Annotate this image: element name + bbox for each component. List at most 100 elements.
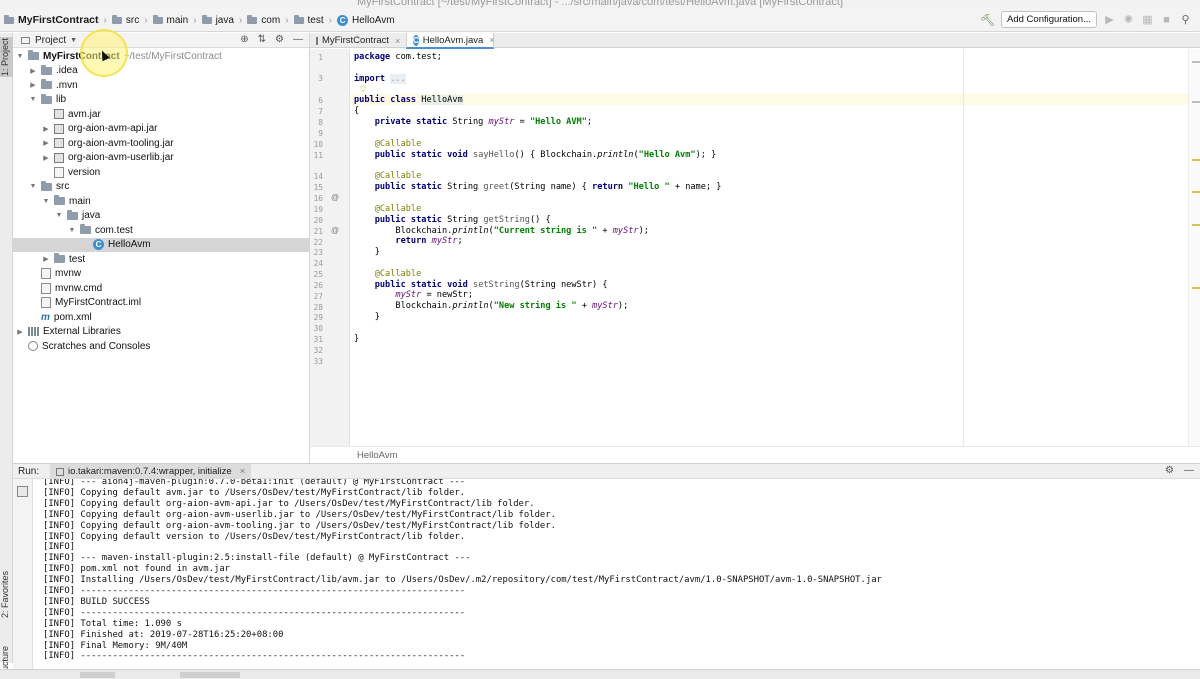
tree-node[interactable]: ▶ External Libraries	[13, 325, 309, 340]
tree-node[interactable]: ▼ lib	[13, 93, 309, 108]
breadcrumb-item[interactable]: com ›	[247, 14, 293, 26]
stripe-mark[interactable]	[1192, 224, 1200, 226]
breadcrumb-item[interactable]: java ›	[201, 14, 248, 26]
console-line: [INFO] Copying default avm.jar to /Users…	[43, 487, 466, 498]
collapse-all-icon[interactable]: ⇅	[258, 34, 266, 45]
tree-node[interactable]: mvnw.cmd	[13, 281, 309, 296]
breadcrumb-item[interactable]: main ›	[152, 14, 202, 26]
tree-node[interactable]: Scratches and Consoles	[13, 339, 309, 354]
collapse-arrow-icon[interactable]: ▶	[15, 328, 25, 336]
tree-node[interactable]: MyFirstContract.iml	[13, 296, 309, 311]
breadcrumb-item[interactable]: test ›	[293, 14, 337, 26]
tree-node[interactable]: ▼ main	[13, 194, 309, 209]
tree-node[interactable]: mvnw	[13, 267, 309, 282]
tree-node[interactable]: ▶ org-aion-avm-api.jar	[13, 122, 309, 137]
breadcrumb: MyFirstContract › src › main › java › com › test › C…	[4, 12, 395, 28]
left-tool-strip: 1: Project 2: Favorites Z: Structure	[0, 33, 13, 679]
tree-node[interactable]: ▶ org-aion-avm-tooling.jar	[13, 136, 309, 151]
jar-icon	[54, 109, 64, 120]
expand-arrow-icon[interactable]: ▼	[54, 212, 64, 219]
search-everywhere-icon[interactable]: ⚲	[1179, 13, 1192, 26]
expand-arrow-icon[interactable]: ▼	[28, 183, 38, 190]
tab-helloavm-java[interactable]: C HelloAvm.java ×	[406, 33, 495, 49]
tree-node[interactable]: ▼ com.test	[13, 223, 309, 238]
breadcrumb-item[interactable]: src ›	[111, 14, 153, 26]
stop-icon[interactable]: ■	[1160, 14, 1173, 26]
line-number: 10	[313, 140, 323, 149]
console-line: [INFO] Copying default version to /Users…	[43, 531, 466, 542]
close-icon[interactable]: ×	[240, 466, 246, 477]
tree-node[interactable]: m pom.xml	[13, 310, 309, 325]
code-editor[interactable]: 1 3 6 7 8 9 10 11 14 15 16 19 20 21 22 23 24 25 26 27 28 29 30…	[310, 49, 1200, 446]
collapse-arrow-icon[interactable]: ▶	[41, 255, 51, 263]
collapse-arrow-icon[interactable]: ▶	[28, 81, 38, 89]
run-label: Run:	[18, 466, 40, 477]
run-tab[interactable]: io.takari:maven:0.7.4:wrapper, initializ…	[50, 464, 252, 479]
tree-node[interactable]: ▼MyFirstContract~/test/MyFirstContract	[13, 49, 309, 64]
stripe-mark[interactable]	[1192, 101, 1200, 103]
locate-file-icon[interactable]: ⊕	[240, 34, 248, 45]
line-number: 9	[318, 129, 323, 138]
editor-breadcrumb-item[interactable]: HelloAvm	[357, 450, 397, 461]
collapse-arrow-icon[interactable]: ▶	[28, 67, 38, 75]
library-icon	[28, 327, 39, 337]
expand-arrow-icon[interactable]: ▼	[15, 53, 25, 60]
run-console[interactable]: [INFO] --- aion4j-maven-plugin:0.7.0-bet…	[33, 479, 1200, 669]
tree-node[interactable]: ▼ src	[13, 180, 309, 195]
hide-panel-icon[interactable]: —	[1184, 465, 1194, 476]
stripe-mark[interactable]	[1192, 159, 1200, 161]
gear-icon[interactable]: ⚙	[1165, 465, 1174, 476]
tab-myfirstcontract[interactable]: MyFirstContract ×	[310, 33, 406, 48]
breadcrumb-item[interactable]: MyFirstContract ›	[4, 14, 112, 26]
expand-arrow-icon[interactable]: ▼	[67, 227, 77, 234]
console-line: [INFO] ---------------------------------…	[43, 607, 466, 618]
tree-node-label: com.test	[95, 224, 133, 236]
stripe-mark[interactable]	[1192, 191, 1200, 193]
tree-node[interactable]: ▶ test	[13, 252, 309, 267]
close-icon[interactable]: ×	[489, 35, 494, 45]
stripe-mark[interactable]	[1192, 61, 1200, 63]
build-hammer-icon[interactable]: 🔨︎	[980, 13, 995, 27]
tree-node[interactable]: ▶ org-aion-avm-userlib.jar	[13, 151, 309, 166]
breadcrumb-separator: ›	[144, 14, 148, 26]
file-icon	[41, 268, 51, 280]
favorites-tool-tab[interactable]: 2: Favorites	[0, 563, 13, 625]
tree-node[interactable]: ▶ .mvn	[13, 78, 309, 93]
restore-layout-icon[interactable]	[17, 486, 28, 497]
line-number: 15	[313, 183, 323, 192]
file-icon	[41, 282, 51, 294]
override-marker-icon[interactable]: @	[331, 193, 339, 202]
override-marker-icon[interactable]: @	[331, 226, 339, 235]
expand-arrow-icon[interactable]: ▼	[41, 198, 51, 205]
coverage-icon[interactable]: ▦	[1141, 13, 1154, 26]
tab-label: HelloAvm.java	[422, 34, 484, 46]
folder-icon	[111, 14, 122, 24]
breadcrumb-item[interactable]: C HelloAvm	[337, 14, 395, 26]
stripe-mark[interactable]	[1192, 287, 1200, 289]
folder-icon	[67, 209, 78, 220]
expand-arrow-icon[interactable]: ▼	[28, 96, 38, 103]
console-line: [INFO] Installing /Users/OsDev/test/MyFi…	[43, 575, 882, 586]
console-line: [INFO] Copying default org-aion-avm-api.…	[43, 498, 535, 509]
tree-node[interactable]: ▼ java	[13, 209, 309, 224]
console-line: [INFO] ---------------------------------…	[43, 651, 466, 662]
debug-icon[interactable]: ✺	[1122, 13, 1135, 26]
intention-bulb-icon[interactable]: 💡︎	[360, 84, 366, 95]
class-icon: C	[413, 34, 419, 46]
run-icon[interactable]: ▶	[1103, 13, 1116, 26]
tree-node[interactable]: C HelloAvm	[13, 237, 309, 252]
hide-panel-icon[interactable]: —	[293, 34, 303, 45]
project-view-selector[interactable]: Project ▼	[21, 35, 77, 46]
close-icon[interactable]: ×	[395, 36, 400, 46]
tree-node[interactable]: version	[13, 165, 309, 180]
tree-node[interactable]: ▶ .idea	[13, 64, 309, 79]
line-number: 27	[313, 292, 323, 301]
tree-node[interactable]: avm.jar	[13, 107, 309, 122]
collapse-arrow-icon[interactable]: ▶	[41, 139, 51, 147]
collapse-arrow-icon[interactable]: ▶	[41, 125, 51, 133]
gear-icon[interactable]: ⚙	[275, 34, 284, 45]
breadcrumb-separator: ›	[328, 14, 332, 26]
add-configuration-button[interactable]: Add Configuration...	[1001, 11, 1097, 28]
project-tool-tab[interactable]: 1: Project	[0, 37, 13, 77]
collapse-arrow-icon[interactable]: ▶	[41, 154, 51, 162]
